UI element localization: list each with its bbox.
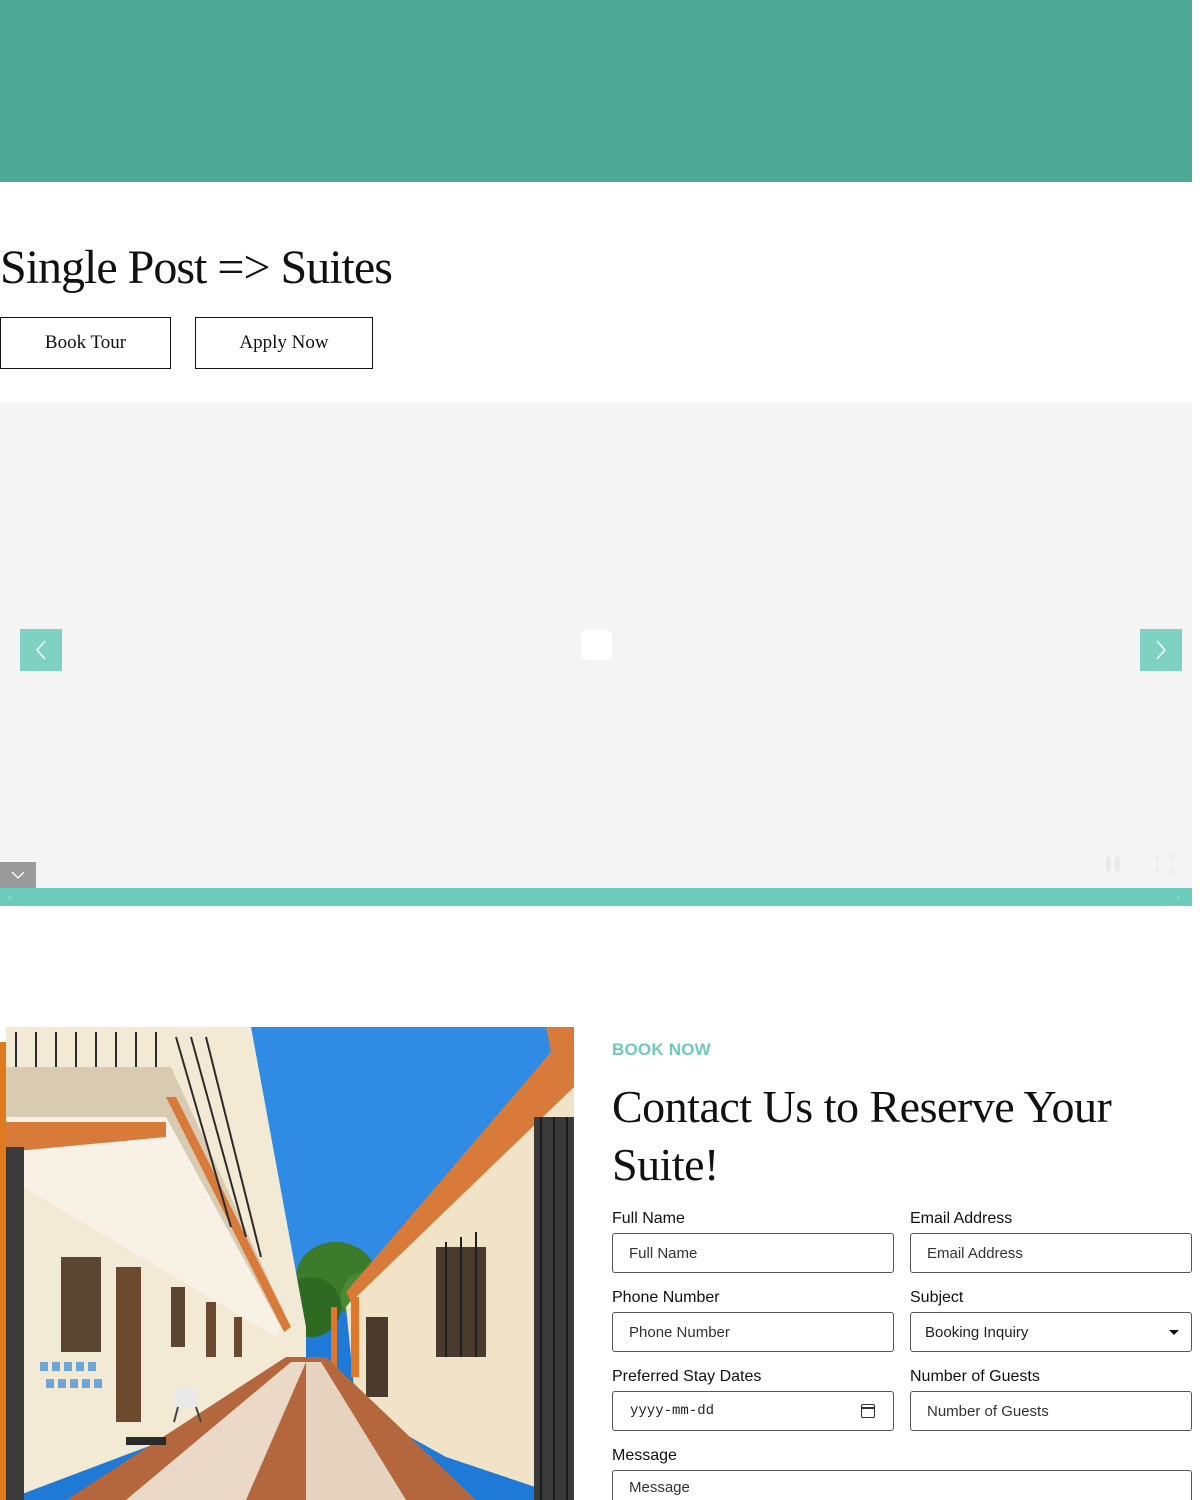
phone-number-input[interactable] bbox=[612, 1312, 894, 1352]
preferred-stay-dates-label: Preferred Stay Dates bbox=[612, 1368, 762, 1385]
full-name-input[interactable] bbox=[612, 1233, 894, 1273]
thumb-prev-icon[interactable]: ‹ bbox=[8, 888, 12, 906]
slider-loading-indicator bbox=[581, 630, 612, 660]
suites-courtyard-photo bbox=[6, 1027, 574, 1500]
date-placeholder: yyyy-mm-dd bbox=[630, 1403, 715, 1419]
thumbnail-strip[interactable]: ‹ › bbox=[0, 888, 1192, 906]
slider-prev-button[interactable] bbox=[20, 629, 62, 671]
chevron-down-icon bbox=[11, 871, 25, 879]
subject-select[interactable]: Booking Inquiry bbox=[910, 1312, 1192, 1352]
full-name-label: Full Name bbox=[612, 1210, 685, 1227]
subject-label: Subject bbox=[910, 1289, 964, 1306]
chevron-left-icon bbox=[36, 640, 46, 660]
page-title: Single Post => Suites bbox=[0, 241, 393, 294]
book-now-eyebrow: BOOK NOW bbox=[612, 1040, 711, 1059]
calendar-icon[interactable] bbox=[861, 1404, 875, 1418]
thumbnails-toggle-button[interactable] bbox=[0, 862, 36, 888]
book-tour-button[interactable]: Book Tour bbox=[0, 317, 171, 369]
email-address-label: Email Address bbox=[910, 1210, 1013, 1227]
message-textarea[interactable] bbox=[612, 1470, 1192, 1500]
image-slider: ‹ › bbox=[0, 402, 1192, 906]
thumb-next-icon[interactable]: › bbox=[1176, 888, 1180, 906]
stay-dates-input[interactable]: yyyy-mm-dd bbox=[612, 1391, 894, 1431]
slider-next-button[interactable] bbox=[1140, 629, 1182, 671]
header-band bbox=[0, 0, 1192, 182]
chevron-right-icon bbox=[1156, 640, 1166, 660]
email-address-input[interactable] bbox=[910, 1233, 1192, 1273]
apply-now-button[interactable]: Apply Now bbox=[195, 317, 373, 369]
caret-down-icon bbox=[1169, 1329, 1179, 1335]
fullscreen-icon[interactable] bbox=[1156, 855, 1174, 873]
number-of-guests-input[interactable] bbox=[910, 1391, 1192, 1431]
pause-icon[interactable] bbox=[1106, 857, 1122, 873]
number-of-guests-label: Number of Guests bbox=[910, 1368, 1040, 1385]
phone-number-label: Phone Number bbox=[612, 1289, 720, 1306]
message-label: Message bbox=[612, 1447, 677, 1464]
booking-form-heading: Contact Us to Reserve Your Suite! bbox=[612, 1081, 1112, 1190]
subject-selected-value: Booking Inquiry bbox=[925, 1323, 1029, 1341]
